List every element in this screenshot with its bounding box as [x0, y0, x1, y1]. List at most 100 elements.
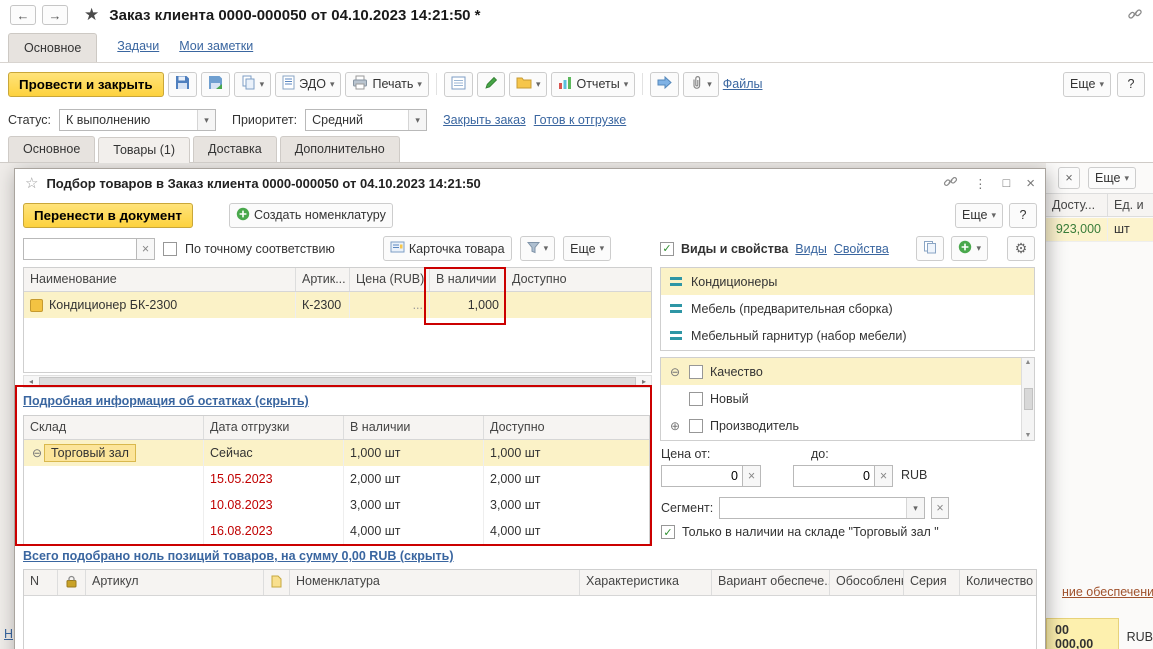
type-item-conditioners[interactable]: Кондиционеры	[661, 268, 1034, 295]
clear-price-from-button[interactable]: ×	[743, 465, 761, 487]
business-process-button[interactable]	[650, 72, 679, 97]
post-document-button[interactable]	[201, 72, 230, 97]
collapse-icon[interactable]: ⊖	[668, 365, 682, 379]
expand-icon[interactable]: ⊕	[668, 419, 682, 433]
scrollbar-thumb[interactable]	[39, 377, 636, 386]
scroll-up-icon[interactable]: ▲	[1025, 359, 1032, 366]
column-article[interactable]: Артикул	[86, 570, 264, 595]
scroll-down-icon[interactable]: ▼	[1025, 432, 1032, 439]
column-lock[interactable]	[58, 570, 86, 595]
product-search-input[interactable]	[23, 238, 137, 260]
property-quality[interactable]: ⊖ Качество	[661, 358, 1021, 385]
create-based-on-button[interactable]: ▾	[234, 72, 272, 97]
back-button[interactable]: ←	[10, 5, 36, 25]
product-row[interactable]: Кондиционер БК-2300 К-2300 ... 1,000	[24, 292, 651, 318]
column-n[interactable]: N	[24, 570, 58, 595]
transfer-to-document-button[interactable]: Перенести в документ	[23, 203, 193, 228]
dialog-help-button[interactable]: ?	[1009, 203, 1037, 228]
quality-checkbox[interactable]	[689, 365, 703, 379]
scroll-left-icon[interactable]: ◂	[24, 377, 38, 386]
column-warehouse[interactable]: Склад	[24, 416, 204, 439]
nav-link-notes[interactable]: Мои заметки	[179, 39, 253, 53]
clear-segment-button[interactable]: ×	[931, 497, 949, 519]
post-and-close-button[interactable]: Провести и закрыть	[8, 72, 164, 97]
forward-button[interactable]: →	[42, 5, 68, 25]
types-props-checkbox[interactable]: ✓	[660, 242, 674, 256]
get-link-icon[interactable]	[943, 174, 958, 192]
menu-kebab-icon[interactable]: ⋮	[974, 176, 987, 191]
edit-button[interactable]	[477, 72, 505, 97]
column-characteristic[interactable]: Характеристика	[580, 570, 712, 595]
column-quantity[interactable]: Количество	[960, 570, 1036, 595]
scrollbar-thumb[interactable]	[1024, 388, 1033, 410]
item-card-button[interactable]: Карточка товара	[383, 236, 512, 261]
folder-button[interactable]: ▾	[509, 72, 548, 97]
filter-more-button[interactable]: Еще ▾	[563, 236, 611, 261]
maximize-icon[interactable]: □	[1003, 176, 1011, 190]
dropdown-arrow-icon[interactable]: ▾	[906, 498, 924, 518]
tab-delivery[interactable]: Доставка	[193, 136, 277, 162]
column-series[interactable]: Серия	[904, 570, 960, 595]
save-button[interactable]	[168, 72, 197, 97]
dialog-more-button[interactable]: Еще ▾	[955, 203, 1003, 228]
collapse-icon[interactable]: ⊖	[30, 446, 44, 460]
tab-main[interactable]: Основное	[8, 136, 95, 162]
filter-button[interactable]: ▾	[520, 236, 556, 261]
only-in-stock-checkbox[interactable]: ✓	[661, 525, 675, 539]
get-link-icon[interactable]	[1127, 6, 1143, 25]
copy-view-button[interactable]	[916, 236, 944, 261]
settings-button[interactable]: ⚙	[1007, 236, 1035, 261]
price-from-input[interactable]	[661, 465, 743, 487]
stock-row[interactable]: 16.08.2023 4,000 шт 4,000 шт	[24, 518, 649, 544]
more-button[interactable]: Еще ▾	[1063, 72, 1111, 97]
property-manufacturer[interactable]: ⊕ Производитель	[661, 412, 1021, 439]
favorite-star-icon[interactable]: ★	[84, 5, 99, 25]
column-name[interactable]: Наименование	[24, 268, 296, 291]
stock-row[interactable]: ⊖ Торговый зал Сейчас 1,000 шт 1,000 шт	[24, 440, 649, 466]
dropdown-arrow-icon[interactable]: ▾	[408, 110, 426, 130]
column-available[interactable]: Доступно	[484, 416, 649, 439]
column-available[interactable]: Доступно	[506, 268, 651, 291]
horizontal-scrollbar[interactable]: ◂ ▸	[23, 375, 652, 388]
nav-link-tasks[interactable]: Задачи	[117, 39, 159, 53]
priority-combo[interactable]: Средний ▾	[305, 109, 427, 131]
stock-row[interactable]: 10.08.2023 3,000 шт 3,000 шт	[24, 492, 649, 518]
close-button[interactable]: ×	[1058, 167, 1080, 189]
close-icon[interactable]: ×	[1026, 175, 1035, 192]
column-price[interactable]: Цена (RUB)	[350, 268, 430, 291]
ready-to-ship-link[interactable]: Готов к отгрузке	[534, 113, 627, 127]
close-order-link[interactable]: Закрыть заказ	[443, 113, 526, 127]
properties-link[interactable]: Свойства	[834, 242, 889, 256]
print-button[interactable]: Печать ▾	[345, 72, 428, 97]
column-article[interactable]: Артик...	[296, 268, 350, 291]
column-provision-variant[interactable]: Вариант обеспече...	[712, 570, 830, 595]
column-nomenclature[interactable]: Номенклатура	[290, 570, 580, 595]
type-item-furniture-set[interactable]: Мебельный гарнитур (набор мебели)	[661, 322, 1034, 349]
exact-match-checkbox[interactable]	[163, 242, 177, 256]
types-link[interactable]: Виды	[795, 242, 827, 256]
selection-summary-link[interactable]: Всего подобрано ноль позиций товаров, на…	[23, 549, 454, 563]
manufacturer-checkbox[interactable]	[689, 419, 703, 433]
add-type-button[interactable]: ▾	[951, 236, 988, 261]
tab-goods[interactable]: Товары (1)	[98, 137, 190, 163]
column-in-stock[interactable]: В наличии	[344, 416, 484, 439]
help-button[interactable]: ?	[1117, 72, 1145, 97]
type-item-furniture[interactable]: Мебель (предварительная сборка)	[661, 295, 1034, 322]
registers-button[interactable]	[444, 72, 473, 97]
column-doc[interactable]	[264, 570, 290, 595]
section-tab-main[interactable]: Основное	[8, 33, 97, 62]
column-separate[interactable]: Обособленно	[830, 570, 904, 595]
price-to-input[interactable]	[793, 465, 875, 487]
clear-search-button[interactable]: ×	[137, 238, 155, 260]
new-checkbox[interactable]	[689, 392, 703, 406]
more-button[interactable]: Еще ▾	[1088, 167, 1136, 189]
scroll-right-icon[interactable]: ▸	[637, 377, 651, 386]
attach-button[interactable]: ▾	[683, 72, 719, 97]
files-link[interactable]: Файлы	[723, 77, 763, 91]
favorite-star-icon[interactable]: ☆	[25, 174, 38, 192]
status-combo[interactable]: К выполнению ▾	[59, 109, 216, 131]
column-ship-date[interactable]: Дата отгрузки	[204, 416, 344, 439]
bottom-left-partial-link[interactable]: Н	[4, 627, 13, 641]
tab-additional[interactable]: Дополнительно	[280, 136, 400, 162]
stock-row[interactable]: 15.05.2023 2,000 шт 2,000 шт	[24, 466, 649, 492]
